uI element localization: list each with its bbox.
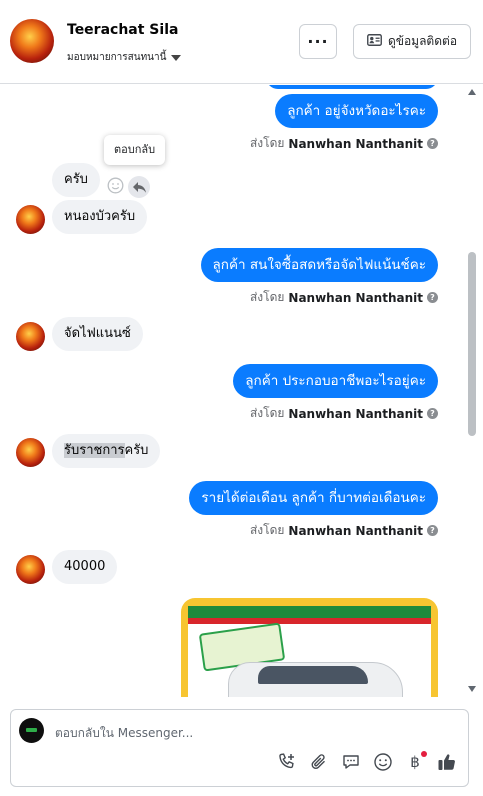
message-text: จัดไฟแนนซ์ (64, 326, 131, 341)
message-text: ครับ (64, 172, 88, 187)
sent-by-prefix: ส่งโดย (249, 523, 285, 537)
message-bubble-out[interactable]: ลูกค้า อยู่จังหวัดอะไรคะ (275, 94, 438, 128)
reply-tooltip: ตอบกลับ (104, 135, 166, 165)
message-actions (107, 176, 150, 198)
assign-label: มอบหมายการสนทนานี้ (67, 52, 167, 63)
contact-avatar[interactable] (10, 19, 54, 63)
view-contact-button[interactable]: ดูข้อมูลติดต่อ (353, 24, 471, 59)
saved-reply-icon[interactable] (341, 752, 361, 772)
message-bubble-out-partial[interactable] (266, 85, 438, 89)
message-thread[interactable]: ลูกค้า อยู่จังหวัดอะไรคะ ส่งโดย Nanwhan … (0, 85, 483, 697)
message-text: ลูกค้า สนใจซื้อสดหรือจัดไฟแน้นช์คะ (212, 257, 426, 273)
selected-text: รับราชการ (64, 443, 125, 458)
scroll-up-arrow-icon[interactable] (468, 89, 476, 95)
contact-avatar-small[interactable] (16, 322, 45, 351)
message-bubble-in[interactable]: จัดไฟแนนซ์ (52, 317, 143, 351)
composer-input[interactable]: ตอบกลับใน Messenger... (55, 724, 193, 743)
contact-avatar-small[interactable] (16, 555, 45, 584)
message-composer[interactable]: ตอบกลับใน Messenger... ฿ (10, 709, 469, 787)
sender-name: Nanwhan Nanthanit (288, 290, 423, 305)
add-call-icon[interactable] (277, 752, 297, 772)
sent-by-label: ส่งโดย Nanwhan Nanthanit ? (250, 134, 438, 153)
message-bubble-out[interactable]: ลูกค้า สนใจซื้อสดหรือจัดไฟแน้นช์คะ (200, 248, 438, 282)
sender-name: Nanwhan Nanthanit (288, 136, 423, 151)
sent-by-label: ส่งโดย Nanwhan Nanthanit ? (250, 521, 438, 540)
notification-dot (421, 751, 427, 757)
info-icon[interactable]: ? (427, 292, 438, 303)
message-bubble-out[interactable]: รายได้ต่อเดือน ลูกค้า กี่บาทต่อเดือนคะ (189, 481, 438, 515)
image-attachment[interactable] (181, 598, 438, 697)
contact-avatar-small[interactable] (16, 205, 45, 234)
like-icon[interactable] (437, 752, 457, 772)
emoji-icon[interactable] (107, 177, 124, 198)
scrollbar-thumb[interactable] (468, 252, 476, 436)
scroll-down-arrow-icon[interactable] (468, 686, 476, 692)
contact-avatar-small[interactable] (16, 438, 45, 467)
attach-icon[interactable] (309, 752, 329, 772)
emoji-picker-icon[interactable] (373, 752, 393, 772)
conversation-header: Teerachat Sila มอบหมายการสนทนานี้ ··· ดู… (0, 0, 483, 84)
contact-card-icon (367, 34, 382, 49)
more-icon: ··· (307, 32, 329, 51)
sent-by-label: ส่งโดย Nanwhan Nanthanit ? (250, 404, 438, 423)
message-text: 40000 (64, 559, 106, 574)
info-icon[interactable]: ? (427, 525, 438, 536)
message-text: ครับ (124, 443, 149, 458)
sent-by-label: ส่งโดย Nanwhan Nanthanit ? (250, 288, 438, 307)
caret-down-icon (171, 54, 182, 61)
sent-by-prefix: ส่งโดย (249, 406, 285, 420)
sent-by-prefix: ส่งโดย (249, 290, 285, 304)
more-options-button[interactable]: ··· (299, 24, 337, 59)
page-avatar (19, 718, 44, 743)
contact-name[interactable]: Teerachat Sila (67, 22, 178, 38)
reply-icon[interactable] (128, 176, 150, 198)
assign-conversation-dropdown[interactable]: มอบหมายการสนทนานี้ (67, 50, 182, 65)
message-text: ลูกค้า อยู่จังหวัดอะไรคะ (287, 103, 426, 119)
message-bubble-in[interactable]: หนองบัวครับ (52, 200, 148, 234)
view-contact-label: ดูข้อมูลติดต่อ (387, 34, 458, 48)
message-bubble-in[interactable]: 40000 (52, 550, 118, 584)
message-text: รายได้ต่อเดือน ลูกค้า กี่บาทต่อเดือนคะ (201, 490, 426, 506)
message-bubble-out[interactable]: ลูกค้า ประกอบอาชีพอะไรอยู่คะ (233, 364, 438, 398)
message-text: ลูกค้า ประกอบอาชีพอะไรอยู่คะ (245, 373, 426, 389)
sender-name: Nanwhan Nanthanit (288, 523, 423, 538)
message-bubble-in[interactable]: ครับ (52, 163, 100, 197)
message-text: หนองบัวครับ (64, 209, 136, 224)
message-bubble-in[interactable]: รับราชการครับ (52, 434, 161, 468)
baht-icon[interactable]: ฿ (405, 751, 427, 772)
sender-name: Nanwhan Nanthanit (288, 406, 423, 421)
info-icon[interactable]: ? (427, 138, 438, 149)
attachment-image (188, 606, 431, 697)
info-icon[interactable]: ? (427, 408, 438, 419)
sent-by-prefix: ส่งโดย (249, 136, 285, 150)
composer-toolbar: ฿ (277, 751, 457, 772)
